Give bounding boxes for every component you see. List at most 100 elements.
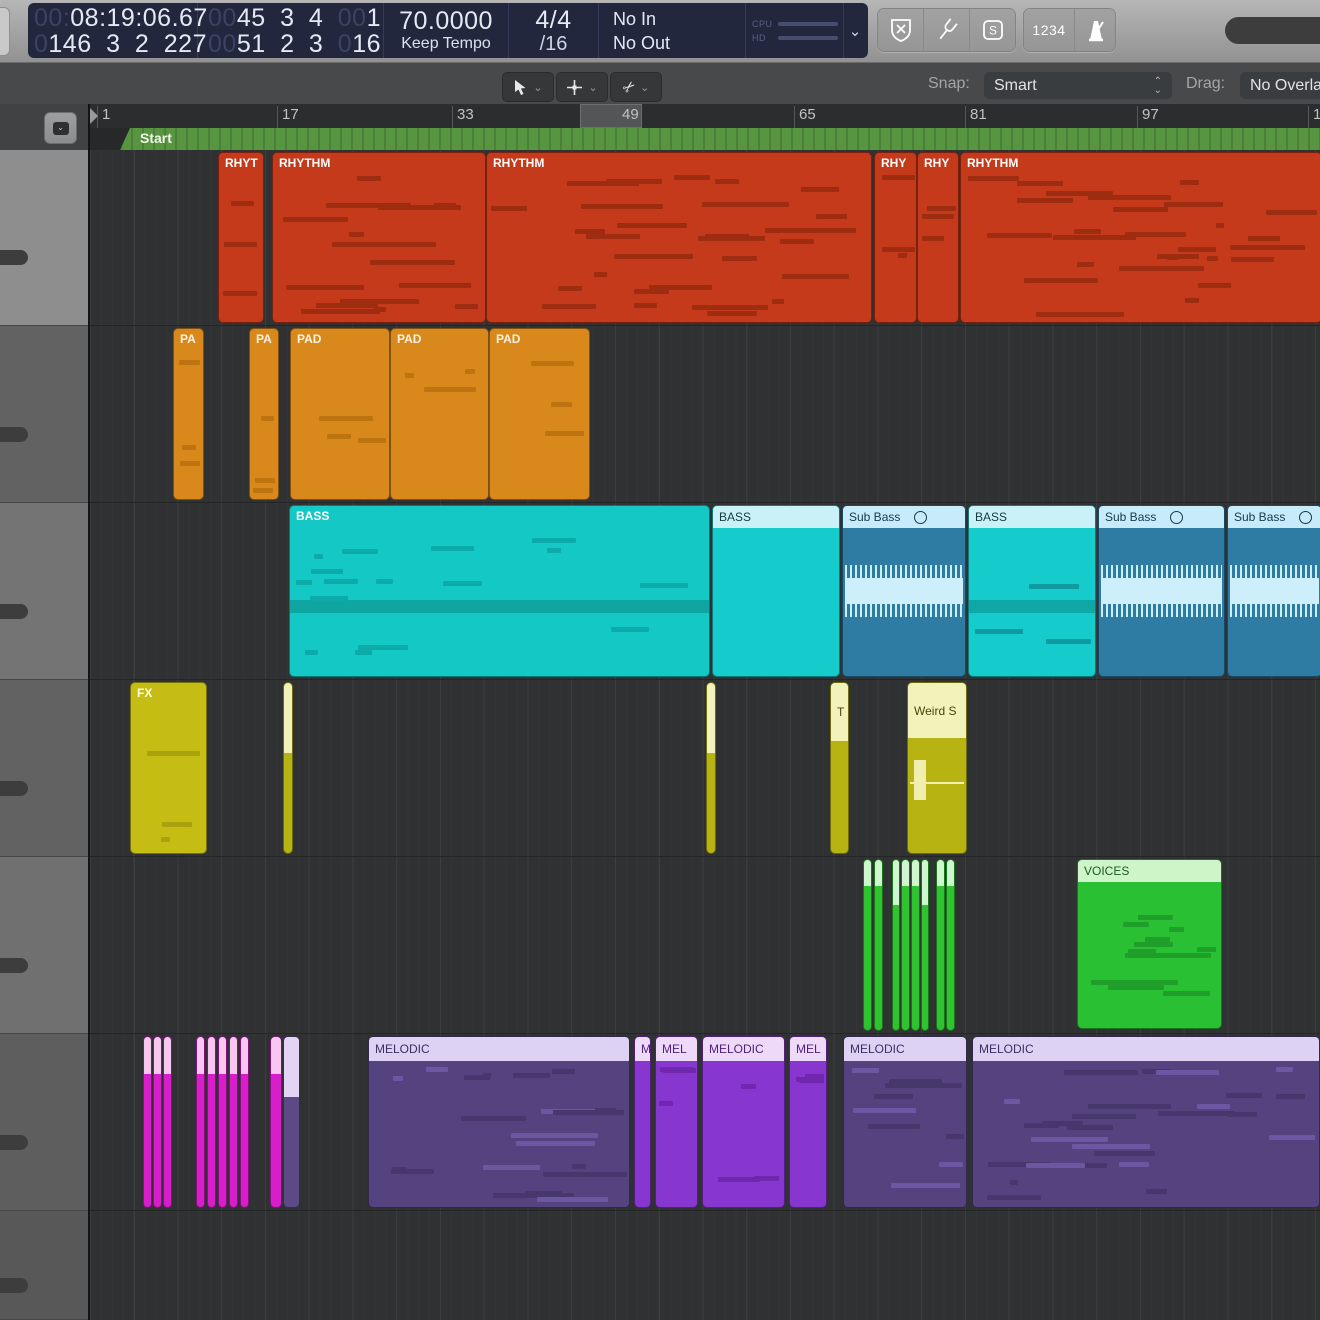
region[interactable] [921, 859, 929, 1031]
start-marker[interactable]: Start [120, 128, 1320, 150]
track-header[interactable] [0, 1211, 88, 1320]
region[interactable]: VOICES [1077, 859, 1222, 1029]
locator-right-dim2: 0 [323, 30, 352, 58]
region[interactable]: BASS [289, 505, 710, 677]
region[interactable] [270, 1036, 282, 1208]
region[interactable]: MEL [655, 1036, 698, 1208]
solo-button[interactable]: S [970, 9, 1015, 51]
region[interactable]: RHY [874, 152, 917, 323]
region[interactable]: BASS [968, 505, 1096, 677]
main-toolbar: 00:08:19:06.67 0146 3 2 227 0045 3 4 001… [0, 0, 1320, 63]
region[interactable] [874, 859, 883, 1031]
region[interactable] [218, 1036, 227, 1208]
time-signature[interactable]: 4/4 [509, 7, 598, 33]
region[interactable]: PA [173, 328, 204, 500]
track-header-control-pill[interactable] [0, 1278, 28, 1293]
lcd-timesig-section[interactable]: 4/4 /16 [509, 3, 599, 58]
region[interactable] [936, 859, 945, 1031]
midi-note [634, 303, 657, 308]
track-view-options-button[interactable]: ⌄ [44, 112, 77, 144]
region[interactable] [283, 682, 293, 854]
midi-note [434, 203, 456, 208]
marker-lane[interactable]: Start [88, 128, 1320, 150]
region[interactable]: Weird S [907, 682, 967, 854]
master-volume-slider[interactable] [1225, 17, 1320, 44]
playhead-triangle-icon[interactable] [90, 108, 98, 124]
region[interactable] [153, 1036, 162, 1208]
metronome-button[interactable] [1075, 9, 1115, 51]
region[interactable] [207, 1036, 216, 1208]
region[interactable]: MELODIC [972, 1036, 1320, 1208]
lcd-performance-section[interactable]: CPU HD [746, 3, 844, 58]
track-header[interactable] [0, 857, 88, 1034]
scissors-tool-menu[interactable]: ✂ ⌄ [610, 72, 662, 102]
arrangement-lanes[interactable]: RHYTRHYTHMRHYTHMRHYRHYRHYTHMPAPAPADPADPA… [90, 150, 1320, 1320]
region[interactable] [901, 859, 910, 1031]
marquee-tool-menu[interactable]: ⌄ [556, 72, 608, 102]
track-header[interactable] [0, 680, 88, 857]
region[interactable] [163, 1036, 172, 1208]
tempo-mode[interactable]: Keep Tempo [384, 34, 508, 54]
region[interactable] [911, 859, 920, 1031]
region[interactable]: T [830, 682, 849, 854]
metronome-button-group: 1234 [1023, 8, 1116, 52]
region[interactable]: PA [249, 328, 279, 500]
region[interactable] [283, 1036, 300, 1208]
region[interactable]: MELODIC [368, 1036, 630, 1208]
track-header[interactable] [0, 150, 88, 326]
lcd-options-chevron[interactable]: ⌄ [844, 3, 866, 58]
track-header[interactable] [0, 1034, 88, 1211]
region[interactable]: MELODIC [843, 1036, 967, 1208]
division-value[interactable]: /16 [509, 33, 598, 55]
region[interactable] [946, 859, 955, 1031]
region[interactable]: Sub Bass [1227, 505, 1320, 677]
region[interactable]: Sub Bass [1098, 505, 1225, 677]
lcd-display[interactable]: 00:08:19:06.67 0146 3 2 227 0045 3 4 001… [28, 3, 868, 58]
bar-ruler[interactable]: 117334965819711 [88, 104, 1320, 128]
midi-note [551, 402, 572, 407]
region[interactable] [143, 1036, 152, 1208]
track-header[interactable] [0, 503, 88, 680]
tempo-value[interactable]: 70.0000 [384, 8, 508, 34]
midi-note [1226, 1093, 1262, 1098]
region[interactable] [229, 1036, 238, 1208]
region[interactable]: RHYT [218, 152, 264, 323]
region[interactable]: RHYTHM [486, 152, 872, 323]
library-toggle-button[interactable] [0, 7, 10, 56]
region[interactable] [240, 1036, 249, 1208]
count-in-button[interactable]: 1234 [1024, 9, 1075, 51]
region[interactable]: FX [130, 682, 207, 854]
region-name: Sub Bass [1234, 510, 1285, 524]
region[interactable] [863, 859, 872, 1031]
region[interactable]: PAD [290, 328, 390, 500]
region[interactable]: RHYTHM [272, 152, 486, 323]
region[interactable]: RHY [917, 152, 959, 323]
region[interactable]: RHYTHM [960, 152, 1320, 323]
region[interactable] [892, 859, 900, 1031]
region[interactable]: Sub Bass [842, 505, 966, 677]
track-header-control-pill[interactable] [0, 604, 28, 619]
track-header[interactable] [0, 326, 88, 503]
track-header-control-pill[interactable] [0, 427, 28, 442]
region[interactable]: PAD [489, 328, 590, 500]
region[interactable]: MEL [789, 1036, 827, 1208]
track-header-control-pill[interactable] [0, 250, 28, 265]
region[interactable] [706, 682, 716, 854]
tuner-button[interactable] [924, 9, 970, 51]
track-header-control-pill[interactable] [0, 958, 28, 973]
lcd-tempo-section[interactable]: 70.0000 Keep Tempo [384, 3, 509, 58]
track-header-control-pill[interactable] [0, 781, 28, 796]
midi-note [358, 438, 385, 443]
pointer-tool-menu[interactable]: ⌄ [502, 72, 554, 102]
region[interactable]: BASS [712, 505, 840, 677]
midi-filter-button[interactable] [878, 9, 924, 51]
region[interactable]: MELODIC [702, 1036, 785, 1208]
region[interactable]: M [634, 1036, 651, 1208]
region[interactable] [196, 1036, 205, 1208]
region[interactable]: PAD [390, 328, 489, 500]
drag-dropdown[interactable]: No Overla [1240, 72, 1320, 99]
snap-dropdown[interactable]: Smart ⌃⌄ [984, 72, 1172, 99]
lcd-locators-section[interactable]: 0045 3 4 001 0051 2 3 016 [198, 3, 384, 58]
lcd-position-section[interactable]: 00:08:19:06.67 0146 3 2 227 [28, 3, 198, 58]
track-header-control-pill[interactable] [0, 1135, 28, 1150]
